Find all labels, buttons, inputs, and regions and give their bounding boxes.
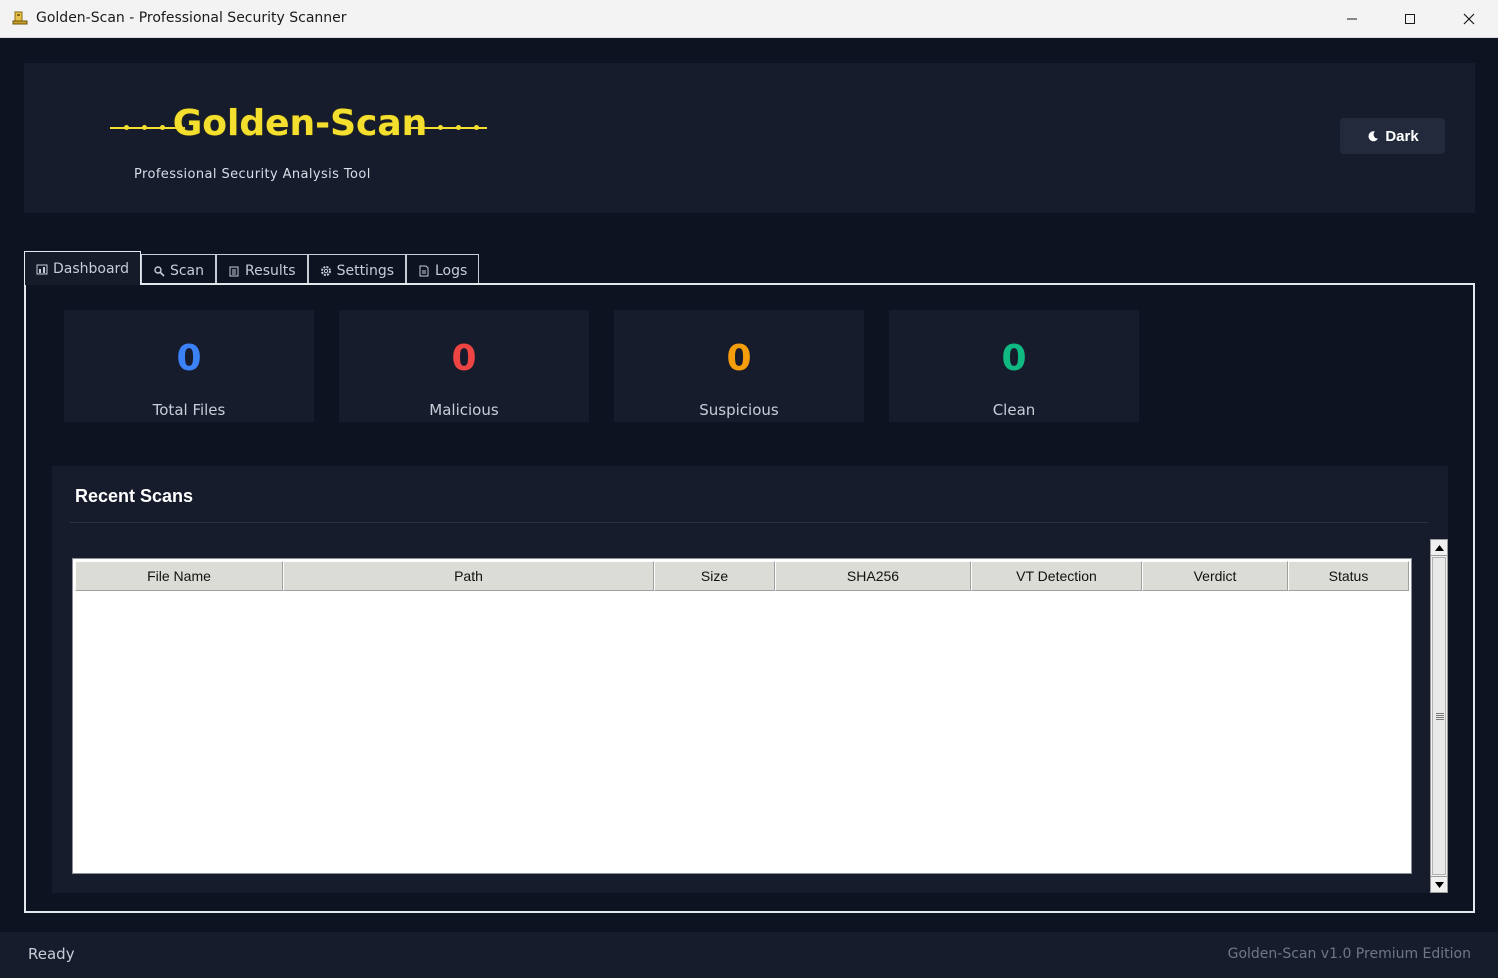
moon-icon <box>1368 131 1379 142</box>
grip-line <box>1436 713 1444 714</box>
close-button[interactable] <box>1440 0 1498 38</box>
scroll-down-button[interactable] <box>1431 876 1447 892</box>
column-header-size[interactable]: Size <box>654 561 775 591</box>
tab-label: Results <box>245 262 296 279</box>
tab-dashboard[interactable]: Dashboard <box>24 251 141 285</box>
stat-label: Malicious <box>429 401 499 419</box>
tab-scan[interactable]: Scan <box>140 254 217 286</box>
recent-scans-title: Recent Scans <box>75 486 194 506</box>
theme-toggle-button[interactable]: Dark <box>1340 118 1445 154</box>
gear-icon <box>320 265 331 276</box>
status-bar: Ready Golden-Scan v1.0 Premium Edition <box>0 932 1498 978</box>
minimize-icon <box>1347 18 1357 20</box>
tab-label: Settings <box>336 262 394 279</box>
column-header-status[interactable]: Status <box>1288 561 1409 591</box>
stat-card-total-files: 0 Total Files <box>64 310 314 422</box>
tab-bar: Dashboard Scan Results Settings Logs <box>24 251 480 286</box>
column-header-vt-detection[interactable]: VT Detection <box>971 561 1142 591</box>
stat-card-malicious: 0 Malicious <box>339 310 589 422</box>
stat-value: 0 <box>726 338 752 379</box>
grip-line <box>1436 719 1444 720</box>
grip-line <box>1436 715 1444 716</box>
stat-label: Total Files <box>152 401 226 419</box>
arrow-down-icon <box>1434 881 1444 888</box>
tab-label: Scan <box>169 262 205 279</box>
stat-value: 0 <box>1001 338 1027 379</box>
app-icon <box>12 11 28 25</box>
magnifier-icon <box>154 265 165 277</box>
scroll-up-button[interactable] <box>1431 540 1447 556</box>
close-icon <box>1463 13 1475 25</box>
column-header-file-name[interactable]: File Name <box>75 561 283 591</box>
title-bar: Golden-Scan - Professional Security Scan… <box>0 0 1498 38</box>
tab-logs[interactable]: Logs <box>406 254 480 286</box>
tab-label: Logs <box>435 262 468 279</box>
column-header-verdict[interactable]: Verdict <box>1142 561 1288 591</box>
scrollbar-thumb[interactable] <box>1432 557 1446 875</box>
document-icon <box>419 265 429 276</box>
tab-results[interactable]: Results <box>216 254 308 286</box>
tab-settings[interactable]: Settings <box>307 254 406 286</box>
logo-title: Golden-Scan <box>172 103 428 144</box>
table-header: File Name Path Size SHA256 VT Detection … <box>75 561 1409 591</box>
app-subtitle: Professional Security Analysis Tool <box>134 167 371 182</box>
recent-scans-table[interactable]: File Name Path Size SHA256 VT Detection … <box>72 558 1412 874</box>
vertical-scrollbar[interactable] <box>1430 539 1448 893</box>
edition-label: Golden-Scan v1.0 Premium Edition <box>1227 946 1471 962</box>
theme-button-label: Dark <box>1385 127 1419 145</box>
recent-scans-panel: Recent Scans File Name Path Size SHA256 … <box>52 466 1448 893</box>
stat-value: 0 <box>176 338 202 379</box>
minimize-button[interactable] <box>1323 0 1381 38</box>
header-panel: Golden-Scan Professional Security Analys… <box>24 63 1475 213</box>
stat-value: 0 <box>451 338 477 379</box>
stat-label: Clean <box>992 401 1036 419</box>
stat-card-clean: 0 Clean <box>889 310 1139 422</box>
maximize-button[interactable] <box>1381 0 1439 38</box>
column-header-sha256[interactable]: SHA256 <box>775 561 971 591</box>
logo: Golden-Scan <box>110 103 490 153</box>
status-text: Ready <box>28 945 75 963</box>
stat-label: Suspicious <box>699 401 779 419</box>
divider <box>70 522 1428 523</box>
dashboard-panel: 0 Total Files 0 Malicious 0 Suspicious 0… <box>24 283 1475 913</box>
arrow-up-icon <box>1434 544 1444 551</box>
window-title: Golden-Scan - Professional Security Scan… <box>36 10 347 26</box>
tab-label: Dashboard <box>53 260 129 277</box>
stat-card-suspicious: 0 Suspicious <box>614 310 864 422</box>
dashboard-icon <box>36 264 48 274</box>
grip-line <box>1436 717 1444 718</box>
column-header-path[interactable]: Path <box>283 561 654 591</box>
clipboard-icon <box>229 266 239 276</box>
maximize-icon <box>1405 14 1415 24</box>
